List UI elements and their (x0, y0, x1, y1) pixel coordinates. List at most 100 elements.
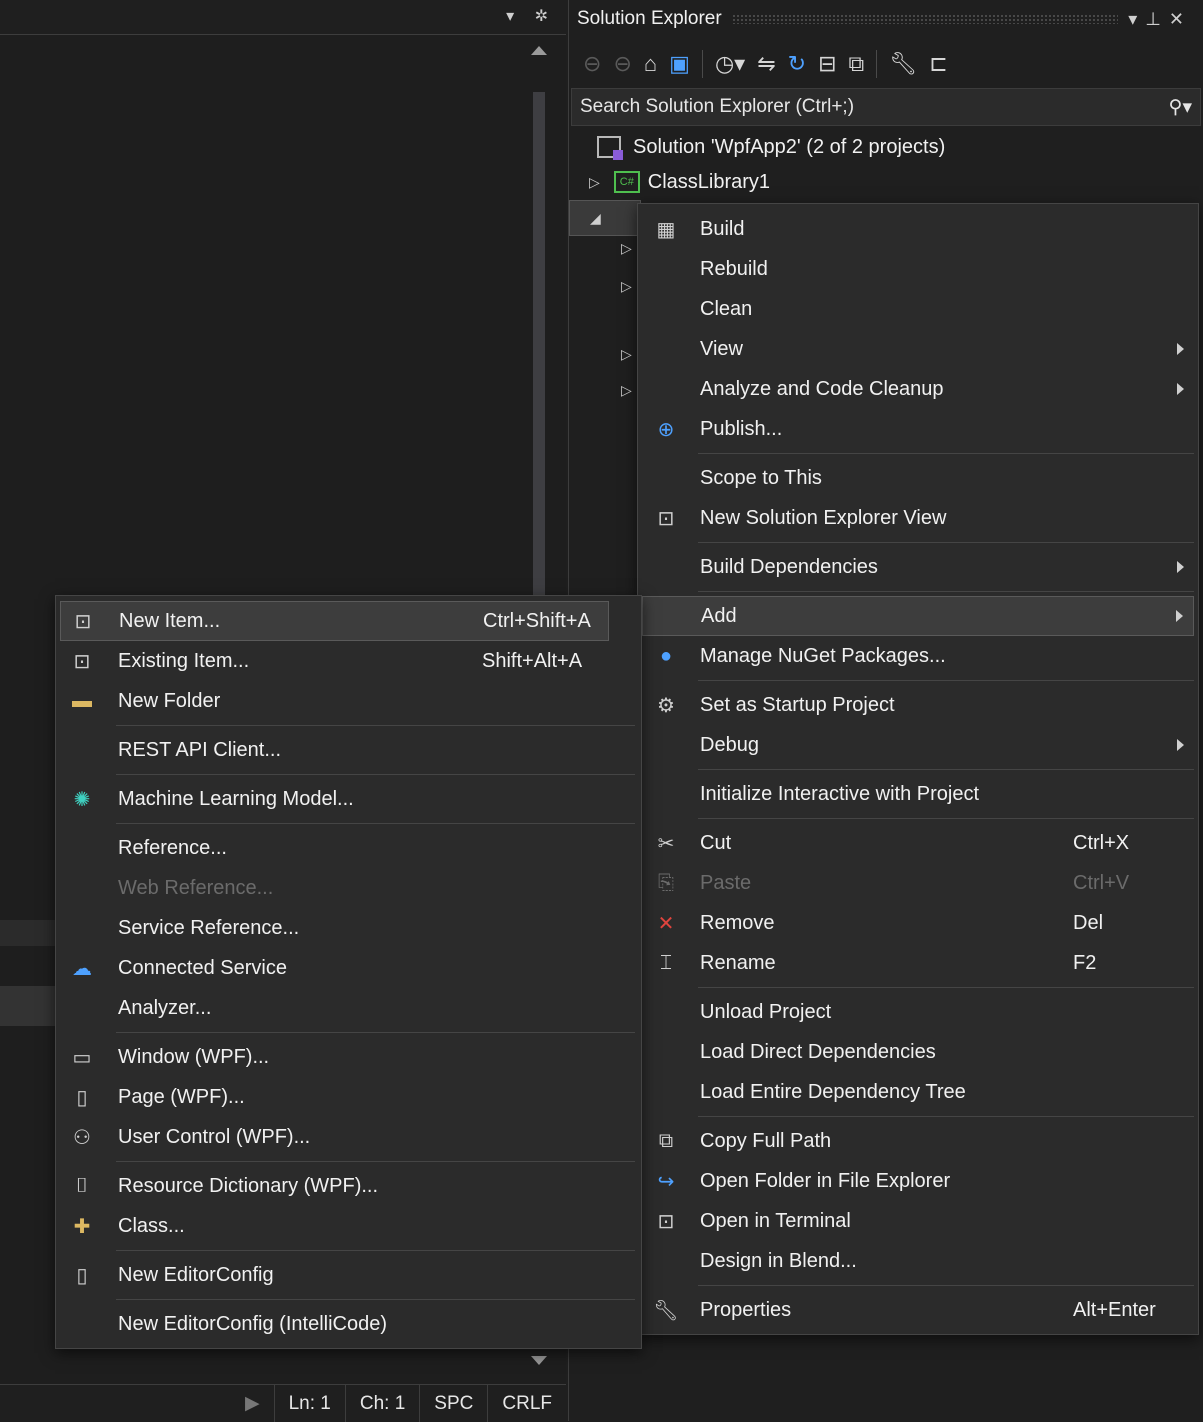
menu-item-new-editorconfig-intellicode[interactable]: New EditorConfig (IntelliCode) (56, 1304, 641, 1344)
menu-item-clean[interactable]: Clean (638, 289, 1198, 329)
wpf-window-icon: ▭ (72, 1046, 92, 1069)
collapse-arrow-icon[interactable]: ◢ (590, 210, 601, 227)
menu-item-initialize-interactive[interactable]: Initialize Interactive with Project (638, 774, 1198, 814)
remove-icon: ✕ (657, 912, 675, 935)
refresh-icon[interactable]: ↻ (788, 51, 806, 77)
scroll-up-arrow-icon[interactable] (531, 46, 547, 55)
menu-item-remove[interactable]: ✕ Remove Del (638, 903, 1198, 943)
menu-item-rest-api-client[interactable]: REST API Client... (56, 730, 641, 770)
pending-changes-filter-icon[interactable]: ◷▾ (715, 51, 745, 77)
menu-item-copy-full-path[interactable]: ⧉ Copy Full Path (638, 1121, 1198, 1161)
menu-item-build-dependencies[interactable]: Build Dependencies (638, 547, 1198, 587)
menu-item-window-wpf[interactable]: ▭ Window (WPF)... (56, 1037, 641, 1077)
search-icon[interactable]: ⚲▾ (1169, 96, 1192, 119)
menu-separator (698, 769, 1194, 770)
editor-tab-options-icon[interactable]: ▾ ✲ (506, 6, 556, 26)
expand-arrow-icon[interactable]: ▷ (621, 240, 632, 257)
search-input[interactable]: Search Solution Explorer (Ctrl+;) (580, 96, 854, 118)
submenu-arrow-icon (1176, 610, 1183, 622)
menu-item-set-startup[interactable]: ⚙ Set as Startup Project (638, 685, 1198, 725)
home-icon[interactable]: ⌂ (644, 51, 657, 77)
menu-item-user-control-wpf[interactable]: ⚇ User Control (WPF)... (56, 1117, 641, 1157)
menu-item-load-direct-dependencies[interactable]: Load Direct Dependencies (638, 1032, 1198, 1072)
project-node-selected[interactable]: ◢ (569, 200, 641, 236)
menu-item-new-editorconfig[interactable]: ▯ New EditorConfig (56, 1255, 641, 1295)
menu-separator (698, 987, 1194, 988)
menu-item-manage-nuget[interactable]: ● Manage NuGet Packages... (638, 636, 1198, 676)
status-line-ending[interactable]: CRLF (487, 1385, 566, 1422)
project-node-classlibrary1[interactable]: ▷ C# ClassLibrary1 (589, 165, 770, 199)
menu-item-analyze[interactable]: Analyze and Code Cleanup (638, 369, 1198, 409)
menu-item-build[interactable]: ▦ Build (638, 209, 1198, 249)
menu-separator (116, 1299, 635, 1300)
status-expand-icon[interactable]: ▶ (231, 1385, 274, 1422)
panel-window-controls[interactable]: ▾⊥✕ (1128, 9, 1203, 30)
status-indent[interactable]: SPC (419, 1385, 487, 1422)
project-context-menu: ▦ Build Rebuild Clean View Analyze and Co… (637, 203, 1199, 1335)
menu-item-properties[interactable]: 🔧︎ Properties Alt+Enter (638, 1290, 1198, 1330)
menu-separator (116, 1032, 635, 1033)
menu-item-class[interactable]: ✚ Class... (56, 1206, 641, 1246)
expand-arrow-icon[interactable]: ▷ (621, 382, 632, 399)
expand-arrow-icon[interactable]: ▷ (589, 174, 600, 191)
menu-item-publish[interactable]: ⊕ Publish... (638, 409, 1198, 449)
editor-status-bar: ▶ Ln: 1 Ch: 1 SPC CRLF (0, 1384, 566, 1422)
submenu-arrow-icon (1177, 561, 1184, 573)
menu-separator (698, 1116, 1194, 1117)
menu-item-analyzer[interactable]: Analyzer... (56, 988, 641, 1028)
menu-item-scope-to-this[interactable]: Scope to This (638, 458, 1198, 498)
status-column[interactable]: Ch: 1 (344, 1385, 419, 1422)
menu-item-open-terminal[interactable]: ⊡ Open in Terminal (638, 1201, 1198, 1241)
menu-item-existing-item[interactable]: ⊡ Existing Item... Shift+Alt+A (56, 641, 641, 681)
menu-item-page-wpf[interactable]: ▯ Page (WPF)... (56, 1077, 641, 1117)
menu-item-new-solution-explorer-view[interactable]: ⊡ New Solution Explorer View (638, 498, 1198, 538)
menu-item-unload-project[interactable]: Unload Project (638, 992, 1198, 1032)
menu-item-connected-service[interactable]: ☁ Connected Service (56, 948, 641, 988)
forward-icon[interactable]: ⊖ (613, 51, 631, 77)
show-all-files-icon[interactable]: ⧉ (849, 51, 865, 77)
solution-explorer-titlebar: Solution Explorer ▾⊥✕ (569, 0, 1203, 38)
submenu-arrow-icon (1177, 383, 1184, 395)
solution-explorer-search[interactable]: Search Solution Explorer (Ctrl+;) ⚲▾ (571, 88, 1201, 126)
solution-icon (597, 136, 623, 160)
menu-item-open-folder[interactable]: ↪ Open Folder in File Explorer (638, 1161, 1198, 1201)
menu-separator (698, 818, 1194, 819)
menu-item-debug[interactable]: Debug (638, 725, 1198, 765)
menu-item-resource-dictionary[interactable]: ⌷ Resource Dictionary (WPF)... (56, 1166, 641, 1206)
solution-node[interactable]: Solution 'WpfApp2' (2 of 2 projects) (597, 130, 945, 164)
menu-item-add[interactable]: Add (642, 596, 1194, 636)
expand-arrow-icon[interactable]: ▷ (621, 278, 632, 295)
project-label: ClassLibrary1 (647, 170, 771, 193)
menu-item-rename[interactable]: ⌶ Rename F2 (638, 943, 1198, 983)
menu-item-load-entire-tree[interactable]: Load Entire Dependency Tree (638, 1072, 1198, 1112)
menu-item-view[interactable]: View (638, 329, 1198, 369)
menu-item-paste: ⎘ Paste Ctrl+V (638, 863, 1198, 903)
menu-item-reference[interactable]: Reference... (56, 828, 641, 868)
panel-drag-handle[interactable] (731, 14, 1119, 24)
menu-item-new-item[interactable]: ⊡ New Item... Ctrl+Shift+A (60, 601, 609, 641)
terminal-icon: ⊡ (657, 1210, 675, 1233)
menu-item-service-reference[interactable]: Service Reference... (56, 908, 641, 948)
menu-item-cut[interactable]: ✂ Cut Ctrl+X (638, 823, 1198, 863)
menu-item-rebuild[interactable]: Rebuild (638, 249, 1198, 289)
status-line[interactable]: Ln: 1 (273, 1385, 345, 1422)
back-icon[interactable]: ⊖ (583, 51, 601, 77)
menu-item-ml-model[interactable]: ✺ Machine Learning Model... (56, 779, 641, 819)
properties-wrench-icon[interactable]: 🔧︎ (889, 51, 917, 77)
nuget-icon: ● (659, 644, 673, 667)
menu-item-design-in-blend[interactable]: Design in Blend... (638, 1241, 1198, 1281)
scrollbar-thumb[interactable] (533, 92, 545, 652)
copy-icon: ⧉ (658, 1129, 674, 1152)
expand-arrow-icon[interactable]: ▷ (621, 346, 632, 363)
rename-icon: ⌶ (660, 951, 672, 974)
new-view-icon: ⊡ (657, 507, 675, 530)
scroll-down-arrow-icon[interactable] (531, 1356, 547, 1365)
menu-separator (116, 1161, 635, 1162)
sync-active-document-icon[interactable]: ⇋ (757, 51, 775, 77)
panel-title: Solution Explorer (577, 8, 722, 29)
preview-selected-icon[interactable]: ⊏ (929, 51, 947, 77)
menu-item-new-folder[interactable]: ▬ New Folder (56, 681, 641, 721)
switch-views-icon[interactable]: ▣ (669, 51, 690, 77)
user-control-icon: ⚇ (73, 1126, 91, 1149)
collapse-all-icon[interactable]: ⊟ (818, 51, 836, 77)
